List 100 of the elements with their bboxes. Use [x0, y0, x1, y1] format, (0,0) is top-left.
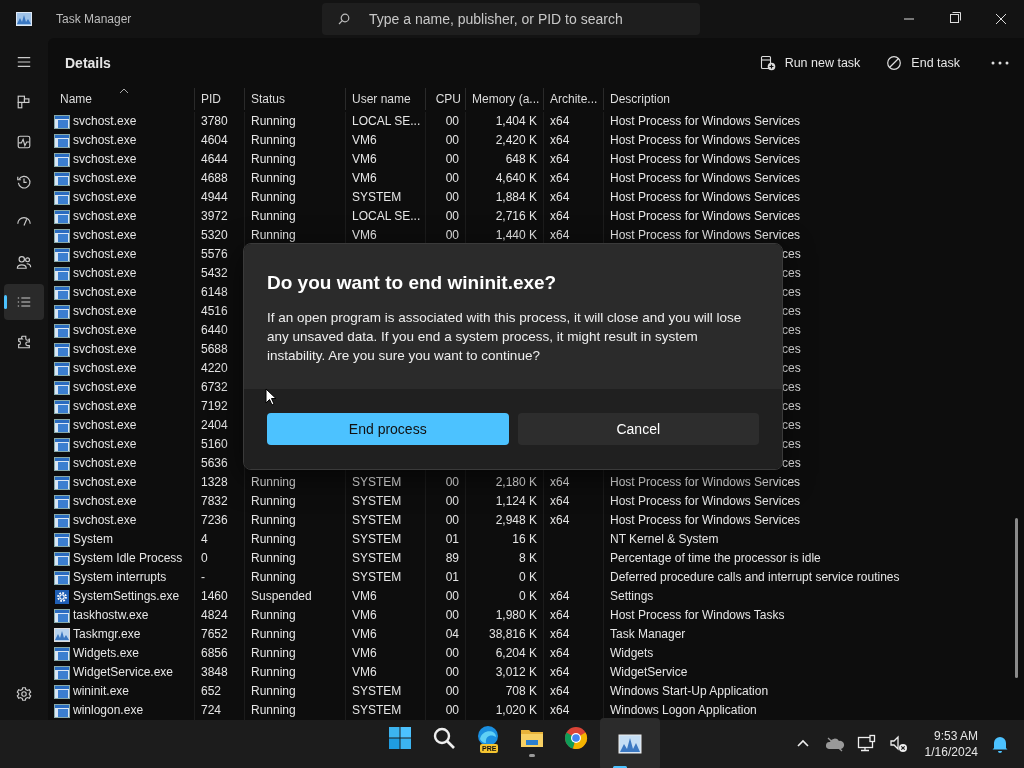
memory-cell-text: 0 K [519, 569, 537, 586]
window-icon [54, 323, 70, 338]
process-name: svchost.exe [73, 455, 137, 472]
column-header[interactable]: Status [245, 88, 346, 110]
memory-cell-text: 1,440 K [495, 227, 537, 244]
pid-cell-text: 4 [201, 531, 208, 548]
chart-icon [618, 732, 642, 756]
volume-muted-icon[interactable] [888, 734, 909, 754]
pid-cell-text: 5320 [201, 227, 228, 244]
process-name: wininit.exe [73, 683, 130, 700]
pid-cell-text: 7652 [201, 626, 228, 643]
memory-cell-text: 16 K [512, 531, 537, 548]
cpu-cell-text: 00 [445, 227, 459, 244]
architecture-cell-text: x64 [550, 702, 570, 719]
column-header[interactable]: Archite... [544, 88, 604, 110]
status-cell-text: Running [251, 189, 296, 206]
window-icon [54, 513, 70, 528]
clock[interactable]: 9:53 AM 1/16/2024 [924, 728, 978, 760]
cpu-cell-text: 00 [445, 151, 459, 168]
user-cell-text: VM6 [352, 626, 377, 643]
column-header[interactable]: CPU [426, 88, 466, 110]
window-icon [54, 190, 70, 205]
grid-icon [16, 94, 32, 110]
taskbar-app[interactable] [600, 718, 660, 768]
pid-cell-text: 5160 [201, 436, 228, 453]
cpu-cell-text: 00 [445, 493, 459, 510]
window-icon [54, 570, 70, 585]
pid-cell-text: 5688 [201, 341, 228, 358]
status-cell-text: Running [251, 493, 296, 510]
status-cell-text: Running [251, 512, 296, 529]
status-cell-text: Running [251, 607, 296, 624]
column-header[interactable]: User name [346, 88, 426, 110]
puzzle-icon [16, 334, 32, 350]
memory-cell-text: 2,716 K [495, 208, 537, 225]
pid-cell-text: 4944 [201, 189, 228, 206]
cpu-cell-text: 00 [445, 208, 459, 225]
window-icon [54, 418, 70, 433]
process-name: svchost.exe [73, 322, 137, 339]
column-header[interactable]: Memory (a... [466, 88, 544, 110]
search-field[interactable]: Type a name, publisher, or PID to search [322, 3, 700, 35]
architecture-cell-text: x64 [550, 626, 570, 643]
pid-cell-text: 6440 [201, 322, 228, 339]
pid-cell-text: 7236 [201, 512, 228, 529]
window-icon [54, 551, 70, 566]
column-header[interactable]: Name [54, 88, 195, 110]
bell-icon[interactable] [990, 734, 1010, 754]
search-icon [432, 726, 456, 750]
memory-cell-text: 6,204 K [495, 645, 537, 662]
window-icon [54, 456, 70, 471]
process-name: svchost.exe [73, 493, 137, 510]
process-name: svchost.exe [73, 303, 137, 320]
pid-cell-text: 652 [201, 683, 222, 700]
window-icon [54, 475, 70, 490]
pid-cell-text: 4220 [201, 360, 228, 377]
description-cell-text: Host Process for Windows Services [610, 208, 801, 225]
user-cell-text: SYSTEM [352, 683, 402, 700]
description-cell-text: NT Kernel & System [610, 531, 719, 548]
network-icon[interactable] [856, 734, 877, 754]
description-cell-text: Host Process for Windows Tasks [610, 607, 785, 624]
pulse-icon [16, 134, 32, 150]
description-cell-text: ces [782, 265, 801, 282]
process-name: System Idle Process [73, 550, 183, 567]
scrollbar[interactable] [1015, 518, 1018, 678]
cpu-cell-text: 01 [445, 531, 459, 548]
time-text: 9:53 AM [933, 728, 978, 744]
window-icon [54, 171, 70, 186]
status-cell-text: Running [251, 645, 296, 662]
description-cell-text: Host Process for Windows Services [610, 170, 801, 187]
description-cell-text: ces [782, 284, 801, 301]
column-header[interactable]: PID [195, 88, 245, 110]
nav-item[interactable] [4, 284, 44, 320]
pid-cell-text: 6856 [201, 645, 228, 662]
user-cell-text: VM6 [352, 132, 377, 149]
architecture-cell-text: x64 [550, 227, 570, 244]
memory-cell-text: 2,180 K [495, 474, 537, 491]
end-task-button[interactable]: End task [876, 49, 970, 77]
cpu-cell-text: 00 [445, 170, 459, 187]
search-icon [338, 13, 350, 25]
memory-cell-text: 1,980 K [495, 607, 537, 624]
pid-cell-text: 3848 [201, 664, 228, 681]
cpu-cell-text: 01 [445, 569, 459, 586]
description-cell-text: ces [782, 246, 801, 263]
process-name: svchost.exe [73, 341, 137, 358]
description-cell-text: Host Process for Windows Services [610, 493, 801, 510]
cancel-button[interactable]: Cancel [517, 413, 759, 445]
column-header[interactable]: Description [604, 88, 1024, 110]
description-cell-text: Settings [610, 588, 654, 605]
new-task-icon [759, 55, 776, 71]
process-name: svchost.exe [73, 417, 137, 434]
memory-cell-text: 4,640 K [495, 170, 537, 187]
cpu-cell-text: 00 [445, 683, 459, 700]
description-cell-text: ces [782, 436, 801, 453]
cpu-cell-text: 00 [445, 607, 459, 624]
end-process-button[interactable]: End process [267, 413, 509, 445]
description-cell-text: ces [782, 341, 801, 358]
process-name: svchost.exe [73, 132, 137, 149]
clock-icon [16, 174, 32, 190]
memory-cell-text: 708 K [505, 683, 537, 700]
description-cell-text: ces [782, 322, 801, 339]
run-new-task-button[interactable]: Run new task [749, 49, 871, 77]
